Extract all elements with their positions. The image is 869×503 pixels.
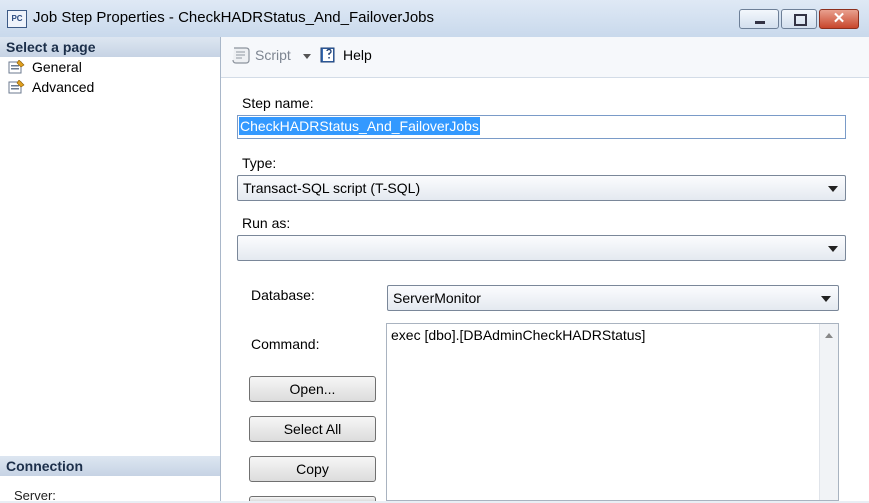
- database-label: Database:: [251, 287, 315, 303]
- command-text: exec [dbo].[DBAdminCheckHADRStatus]: [391, 327, 646, 343]
- sidebar-item-advanced[interactable]: Advanced: [8, 77, 94, 97]
- sidebar-item-label: General: [32, 59, 82, 75]
- page-settings-icon: [8, 80, 25, 94]
- scroll-up-icon[interactable]: [825, 333, 833, 338]
- chevron-down-icon: [828, 186, 838, 192]
- command-editor[interactable]: exec [dbo].[DBAdminCheckHADRStatus]: [386, 323, 839, 501]
- minimize-button[interactable]: [739, 9, 779, 29]
- command-label: Command:: [251, 336, 320, 352]
- type-label: Type:: [242, 155, 277, 171]
- open-button[interactable]: Open...: [249, 376, 376, 402]
- select-page-header: Select a page: [0, 37, 220, 57]
- maximize-button[interactable]: [781, 9, 817, 29]
- close-button[interactable]: ✕: [819, 9, 859, 29]
- select-all-button[interactable]: Select All: [249, 416, 376, 442]
- help-button[interactable]: Help: [319, 46, 372, 64]
- script-icon: [232, 47, 250, 64]
- paste-button[interactable]: [249, 496, 376, 501]
- database-select[interactable]: ServerMonitor: [387, 285, 839, 311]
- connection-header: Connection: [0, 456, 220, 476]
- page-selector-pane: Select a page General Advanced Connectio…: [0, 37, 221, 503]
- database-value: ServerMonitor: [393, 290, 481, 306]
- close-icon: ✕: [832, 10, 846, 27]
- script-label: Script: [255, 47, 291, 63]
- window-title: Job Step Properties - CheckHADRStatus_An…: [33, 9, 435, 26]
- app-icon: PC: [7, 10, 27, 28]
- sidebar-item-label: Advanced: [32, 79, 95, 95]
- run-as-select[interactable]: [237, 235, 846, 261]
- toolbar: Script Help: [221, 37, 869, 78]
- step-name-value: CheckHADRStatus_And_FailoverJobs: [239, 117, 480, 135]
- chevron-down-icon: [828, 246, 838, 252]
- type-select[interactable]: Transact-SQL script (T-SQL): [237, 175, 846, 201]
- step-name-label: Step name:: [242, 95, 314, 111]
- page-settings-icon: [8, 60, 25, 74]
- minimize-icon: [755, 21, 765, 24]
- help-label: Help: [343, 47, 372, 63]
- help-book-icon: [320, 47, 335, 63]
- maximize-icon: [794, 14, 807, 26]
- sidebar-item-general[interactable]: General: [8, 57, 82, 77]
- title-bar[interactable]: PC Job Step Properties - CheckHADRStatus…: [0, 0, 869, 38]
- run-as-label: Run as:: [242, 215, 291, 231]
- type-value: Transact-SQL script (T-SQL): [243, 180, 421, 196]
- general-page: Step name: CheckHADRStatus_And_FailoverJ…: [221, 78, 869, 501]
- chevron-down-icon: [821, 296, 831, 302]
- script-button[interactable]: Script: [231, 46, 291, 64]
- step-name-input[interactable]: CheckHADRStatus_And_FailoverJobs: [237, 115, 846, 139]
- command-scrollbar[interactable]: [819, 324, 838, 500]
- script-dropdown-arrow-icon[interactable]: [303, 54, 311, 59]
- copy-button[interactable]: Copy: [249, 456, 376, 482]
